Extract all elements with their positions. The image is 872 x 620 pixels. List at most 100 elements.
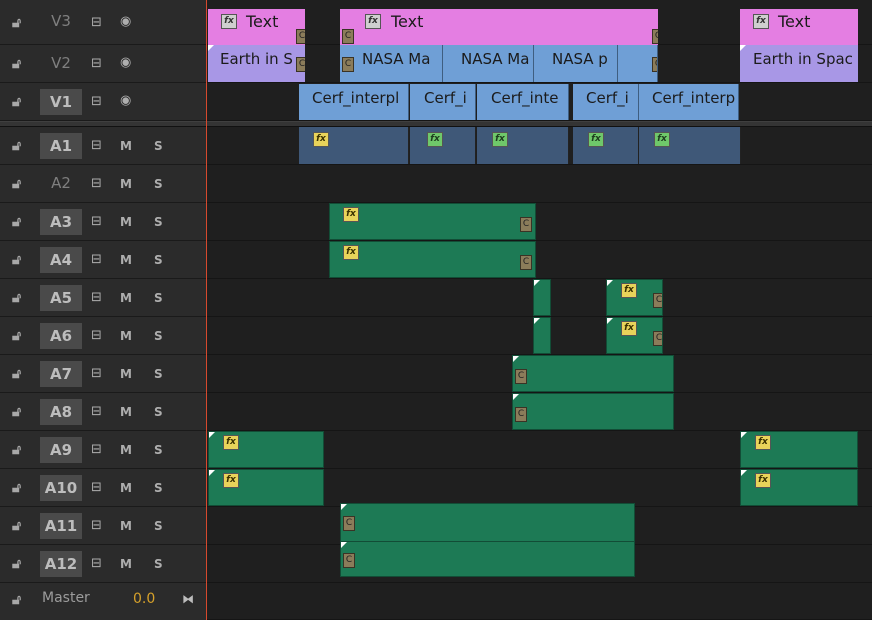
mute-button[interactable]: M: [120, 443, 132, 457]
track-header-a8[interactable]: 🔓︎ A8 ⊟ M S: [0, 393, 206, 431]
clip-audio[interactable]: [533, 279, 551, 316]
track-name[interactable]: A6: [40, 323, 82, 349]
clip-audio[interactable]: fx: [208, 431, 324, 468]
lock-icon[interactable]: 🔓︎: [12, 138, 21, 154]
mute-button[interactable]: M: [120, 253, 132, 267]
mute-button[interactable]: M: [120, 291, 132, 305]
track-header-a12[interactable]: 🔓︎ A12 ⊟ M S: [0, 545, 206, 583]
sync-lock-icon[interactable]: ⊟: [91, 366, 102, 381]
clip-audio[interactable]: C: [512, 393, 674, 430]
track-name[interactable]: V2: [40, 54, 82, 76]
track-header-a2[interactable]: 🔓︎ A2 ⊟ M S: [0, 165, 206, 203]
clip-sequence[interactable]: NASA p: [534, 45, 618, 82]
clip-video[interactable]: Cerf_i: [410, 84, 476, 120]
sync-lock-icon[interactable]: ⊟: [91, 518, 102, 533]
lock-icon[interactable]: 🔓︎: [12, 518, 21, 534]
clip-audio[interactable]: [533, 317, 551, 354]
lock-icon[interactable]: 🔓︎: [12, 214, 21, 230]
eye-icon[interactable]: ◉: [120, 55, 131, 70]
track-header-master[interactable]: 🔓︎ Master 0.0 ⧓: [0, 583, 206, 620]
clip-audio[interactable]: fx C: [329, 203, 536, 240]
track-header-a4[interactable]: 🔓︎ A4 ⊟ M S: [0, 241, 206, 279]
solo-button[interactable]: S: [154, 329, 163, 343]
mute-button[interactable]: M: [120, 557, 132, 571]
track-header-a3[interactable]: 🔓︎ A3 ⊟ M S: [0, 203, 206, 241]
lock-icon[interactable]: 🔓︎: [12, 290, 21, 306]
track-header-a7[interactable]: 🔓︎ A7 ⊟ M S: [0, 355, 206, 393]
track-header-v3[interactable]: 🔓︎ V3 ⊟ ◉: [0, 0, 206, 45]
track-name[interactable]: A3: [40, 209, 82, 235]
solo-button[interactable]: S: [154, 519, 163, 533]
clip-audio[interactable]: fx: [208, 469, 324, 506]
solo-button[interactable]: S: [154, 215, 163, 229]
sync-lock-icon[interactable]: ⊟: [91, 56, 102, 71]
mute-button[interactable]: M: [120, 215, 132, 229]
lock-icon[interactable]: 🔓︎: [12, 56, 21, 72]
clip-audio[interactable]: fx: [410, 127, 476, 164]
clip-audio[interactable]: C: [340, 541, 635, 577]
clip-sequence[interactable]: NASA Ma: [443, 45, 534, 82]
lane-a4[interactable]: [206, 241, 872, 279]
lock-icon[interactable]: 🔓︎: [12, 366, 21, 382]
clip-title[interactable]: fx Text C: [208, 9, 305, 45]
track-name[interactable]: A7: [40, 361, 82, 387]
solo-button[interactable]: S: [154, 291, 163, 305]
sync-lock-icon[interactable]: ⊟: [91, 176, 102, 191]
clip-audio[interactable]: C: [512, 355, 674, 392]
clip-video[interactable]: Cerf_inte: [477, 84, 569, 120]
eye-icon[interactable]: ◉: [120, 14, 131, 29]
sync-lock-icon[interactable]: ⊟: [91, 138, 102, 153]
clip-audio[interactable]: fx: [740, 431, 858, 468]
mute-button[interactable]: M: [120, 405, 132, 419]
sync-lock-icon[interactable]: ⊟: [91, 480, 102, 495]
clip-video[interactable]: Cerf_interpl: [299, 84, 409, 120]
track-name[interactable]: A2: [40, 174, 82, 196]
clip-audio[interactable]: fx: [573, 127, 639, 164]
solo-button[interactable]: S: [154, 139, 163, 153]
eye-icon[interactable]: ◉: [120, 93, 131, 108]
clip-title[interactable]: C fx Text C: [340, 9, 658, 45]
clip-video[interactable]: Cerf_i: [573, 84, 639, 120]
clip-audio[interactable]: fx: [477, 127, 569, 164]
video-audio-divider[interactable]: [0, 121, 872, 127]
clip-audio[interactable]: fx: [299, 127, 409, 164]
track-header-v2[interactable]: 🔓︎ V2 ⊟ ◉: [0, 45, 206, 83]
mute-button[interactable]: M: [120, 367, 132, 381]
clip-audio[interactable]: fx: [740, 469, 858, 506]
solo-button[interactable]: S: [154, 443, 163, 457]
clip-sequence[interactable]: Earth in S C: [208, 45, 305, 82]
clip-audio[interactable]: fx: [639, 127, 741, 164]
bowtie-icon[interactable]: ⧓: [182, 592, 194, 606]
sync-lock-icon[interactable]: ⊟: [91, 252, 102, 267]
clip-title[interactable]: fx Text: [740, 9, 858, 45]
sync-lock-icon[interactable]: ⊟: [91, 15, 102, 30]
lock-icon[interactable]: 🔓︎: [12, 252, 21, 268]
clip-sequence[interactable]: Earth in Spac: [740, 45, 858, 82]
clip-audio[interactable]: fx C: [329, 241, 536, 278]
track-name[interactable]: A12: [40, 551, 82, 577]
track-header-a11[interactable]: 🔓︎ A11 ⊟ M S: [0, 507, 206, 545]
lane-a2[interactable]: [206, 165, 872, 203]
clip-audio[interactable]: fx C: [606, 317, 663, 354]
lock-icon[interactable]: 🔓︎: [12, 15, 21, 31]
solo-button[interactable]: S: [154, 253, 163, 267]
solo-button[interactable]: S: [154, 367, 163, 381]
lock-icon[interactable]: 🔓︎: [12, 176, 21, 192]
track-name[interactable]: A1: [40, 133, 82, 159]
track-header-v1[interactable]: 🔓︎ V1 ⊟ ◉: [0, 83, 206, 121]
clip-sequence[interactable]: C NASA Ma: [340, 45, 443, 82]
sync-lock-icon[interactable]: ⊟: [91, 328, 102, 343]
solo-button[interactable]: S: [154, 405, 163, 419]
track-header-a1[interactable]: 🔓︎ A1 ⊟ M S: [0, 127, 206, 165]
solo-button[interactable]: S: [154, 177, 163, 191]
lock-icon[interactable]: 🔓︎: [12, 556, 21, 572]
track-name[interactable]: A5: [40, 285, 82, 311]
track-header-a9[interactable]: 🔓︎ A9 ⊟ M S: [0, 431, 206, 469]
playhead[interactable]: [206, 0, 207, 620]
lock-icon[interactable]: 🔓︎: [12, 480, 21, 496]
sync-lock-icon[interactable]: ⊟: [91, 442, 102, 457]
track-name[interactable]: A8: [40, 399, 82, 425]
track-name[interactable]: A9: [40, 437, 82, 463]
sync-lock-icon[interactable]: ⊟: [91, 290, 102, 305]
lock-icon[interactable]: 🔓︎: [12, 94, 21, 110]
